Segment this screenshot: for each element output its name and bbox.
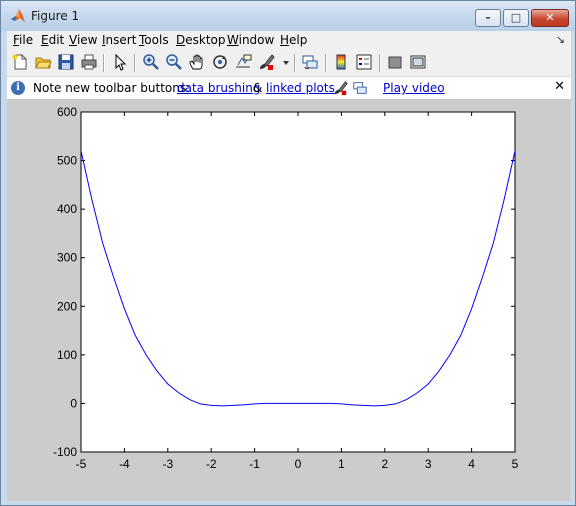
x-tick-label: 1: [338, 457, 345, 471]
x-tick-label: 5: [512, 457, 519, 471]
axes-area[interactable]: [80, 111, 516, 453]
y-tick-label: 300: [57, 251, 77, 265]
x-tick-label: 4: [468, 457, 475, 471]
x-tick-label: 2: [381, 457, 388, 471]
x-tick-label: -2: [206, 457, 217, 471]
y-tick-label: 0: [70, 396, 77, 410]
y-tick-label: 100: [57, 348, 77, 362]
y-tick-label: -100: [53, 445, 77, 459]
y-tick-label: 500: [57, 154, 77, 168]
x-tick-label: -4: [119, 457, 130, 471]
y-tick-label: 600: [57, 105, 77, 119]
plot-canvas[interactable]: -5 -4 -3 -2 -1 0 1 2 3 4 5 -100 0 100 200 300 400 500 600: [1, 1, 575, 505]
y-tick-label: 200: [57, 299, 77, 313]
figure-window: Figure 1 – □ ✕ File Edit View Insert Too…: [0, 0, 576, 506]
x-tick-label: -1: [249, 457, 260, 471]
x-tick-label: -3: [162, 457, 173, 471]
x-tick-label: 3: [425, 457, 432, 471]
y-tick-label: 400: [57, 202, 77, 216]
x-tick-label: 0: [295, 457, 302, 471]
x-tick-label: -5: [76, 457, 87, 471]
